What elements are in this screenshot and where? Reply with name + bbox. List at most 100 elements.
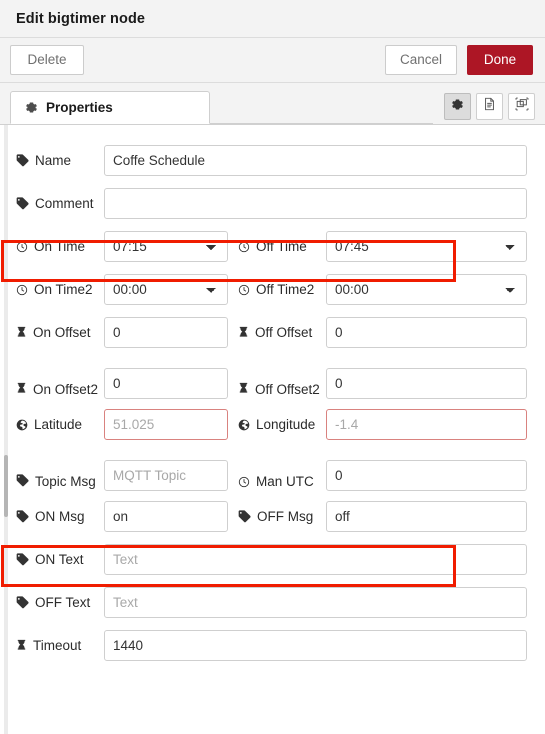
off-text-label: OFF Text <box>16 594 104 612</box>
dialog-header: Edit bigtimer node <box>0 0 545 38</box>
man-utc-input[interactable] <box>326 460 527 491</box>
settings-icon-button[interactable] <box>444 93 471 120</box>
description-icon-button[interactable] <box>476 93 503 120</box>
on-msg-input[interactable] <box>104 501 228 532</box>
hourglass-icon <box>16 326 27 339</box>
man-utc-label: Man UTC <box>238 473 326 491</box>
off-offset2-label: Off Offset2 <box>238 381 326 399</box>
off-offset-input[interactable] <box>326 317 527 348</box>
longitude-label-text: Longitude <box>256 416 316 432</box>
tab-icon-group <box>439 93 535 120</box>
name-input[interactable] <box>104 145 527 176</box>
clock-icon <box>16 284 28 296</box>
on-offset-label-text: On Offset <box>33 324 91 340</box>
longitude-label: Longitude <box>238 416 326 434</box>
latitude-input[interactable] <box>104 409 228 440</box>
off-time-label: Off Time <box>238 238 326 256</box>
hourglass-icon <box>238 382 249 395</box>
comment-input[interactable] <box>104 188 527 219</box>
form-row-name: Name <box>16 139 527 182</box>
document-icon <box>483 97 496 116</box>
gear-icon <box>25 101 38 114</box>
tag-icon <box>238 510 251 523</box>
form-row-comment: Comment <box>16 182 527 225</box>
hourglass-icon <box>16 639 27 652</box>
tab-properties[interactable]: Properties <box>10 91 210 124</box>
name-label-text: Name <box>35 152 72 168</box>
topic-msg-label: Topic Msg <box>16 473 104 491</box>
on-time-select[interactable]: 07:15 <box>104 231 228 262</box>
edit-node-dialog: Edit bigtimer node Delete Cancel Done Pr… <box>0 0 545 734</box>
topic-msg-input[interactable] <box>104 460 228 491</box>
tab-bar-filler <box>210 91 433 124</box>
clock-icon <box>16 241 28 253</box>
properties-form: Name Comment <box>0 139 545 667</box>
clock-icon <box>238 284 250 296</box>
off-offset-label-text: Off Offset <box>255 324 313 340</box>
off-time-select[interactable]: 07:45 <box>326 231 527 262</box>
appearance-icon-button[interactable] <box>508 93 535 120</box>
comment-label: Comment <box>16 195 104 213</box>
tag-icon <box>16 510 29 523</box>
on-time2-label: On Time2 <box>16 281 104 299</box>
off-text-input[interactable] <box>104 587 527 618</box>
gear-icon <box>451 98 464 116</box>
off-msg-label: OFF Msg <box>238 508 326 526</box>
off-time-label-text: Off Time <box>256 238 307 254</box>
longitude-input[interactable] <box>326 409 527 440</box>
globe-icon <box>16 419 28 431</box>
tag-icon <box>16 154 29 167</box>
cancel-button[interactable]: Cancel <box>384 45 457 75</box>
properties-panel: Name Comment <box>0 125 545 734</box>
tag-icon <box>16 474 29 487</box>
delete-button[interactable]: Delete <box>10 45 84 75</box>
off-time2-select[interactable]: 00:00 <box>326 274 527 305</box>
on-time2-select[interactable]: 00:00 <box>104 274 228 305</box>
form-row-offsets: On Offset Off Offset <box>16 311 527 354</box>
form-row-off-text: OFF Text <box>16 581 527 624</box>
clock-icon <box>238 476 250 488</box>
on-offset2-label: On Offset2 <box>16 381 104 399</box>
off-offset2-label-text: Off Offset2 <box>255 382 320 397</box>
on-offset2-label-text: On Offset2 <box>33 382 99 397</box>
globe-icon <box>238 419 250 431</box>
dialog-toolbar: Delete Cancel Done <box>0 38 545 83</box>
tag-icon <box>16 596 29 609</box>
on-text-label-text: ON Text <box>35 551 84 567</box>
hourglass-icon <box>16 382 27 395</box>
on-time2-label-text: On Time2 <box>34 281 93 297</box>
clock-icon <box>238 241 250 253</box>
form-row-on-text: ON Text <box>16 538 527 581</box>
form-row-on-off-msg: ON Msg OFF Msg <box>16 495 527 538</box>
latitude-label-text: Latitude <box>34 416 83 432</box>
form-row-offsets2: On Offset2 Off Offset2 <box>16 354 527 403</box>
on-text-input[interactable] <box>104 544 527 575</box>
off-msg-input[interactable] <box>326 501 527 532</box>
on-offset-label: On Offset <box>16 324 104 342</box>
done-button[interactable]: Done <box>467 45 533 75</box>
timeout-label-text: Timeout <box>33 637 82 653</box>
form-row-timeout: Timeout <box>16 624 527 667</box>
off-text-label-text: OFF Text <box>35 594 91 610</box>
off-offset2-input[interactable] <box>326 368 527 399</box>
tag-icon <box>16 197 29 210</box>
appearance-icon <box>515 97 529 116</box>
on-msg-label: ON Msg <box>16 508 104 526</box>
off-offset-label: Off Offset <box>238 324 326 342</box>
off-time2-label: Off Time2 <box>238 281 326 299</box>
page-title: Edit bigtimer node <box>16 10 146 27</box>
topic-msg-label-text: Topic Msg <box>35 474 96 489</box>
form-row-topic-manutc: Topic Msg Man UTC <box>16 446 527 495</box>
hourglass-icon <box>238 326 249 339</box>
comment-label-text: Comment <box>35 195 94 211</box>
timeout-label: Timeout <box>16 637 104 655</box>
tab-properties-label: Properties <box>46 100 113 115</box>
form-row-lat-lon: Latitude Longitude <box>16 403 527 446</box>
on-text-label: ON Text <box>16 551 104 569</box>
on-offset-input[interactable] <box>104 317 228 348</box>
on-time-label: On Time <box>16 238 104 256</box>
form-row-on-off-time: On Time 07:15 Off Time 07:45 <box>16 225 527 268</box>
on-offset2-input[interactable] <box>104 368 228 399</box>
timeout-input[interactable] <box>104 630 527 661</box>
off-msg-label-text: OFF Msg <box>257 508 314 524</box>
